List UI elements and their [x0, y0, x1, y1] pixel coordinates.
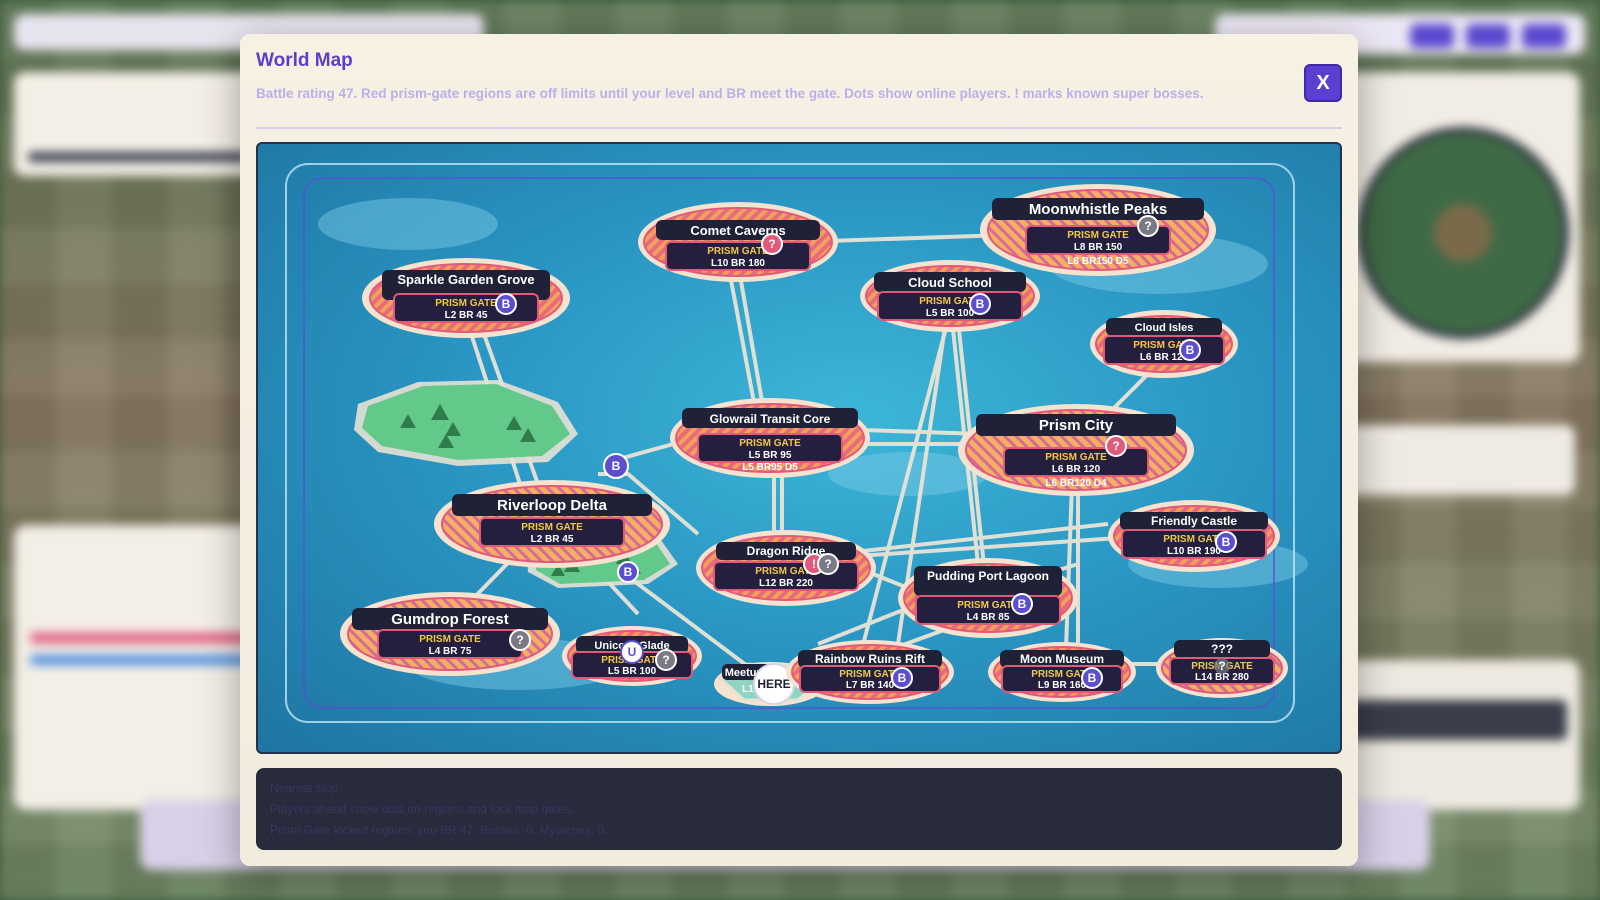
world-map: Comet Caverns PRISM GATE L10 BR 180 ? Mo…: [256, 142, 1342, 754]
region-marker-0: B: [898, 671, 907, 685]
region-name: Prism City: [1039, 417, 1114, 434]
region-name: Rainbow Ruins Rift: [815, 652, 925, 666]
region-marker-0: B: [624, 565, 633, 579]
region-name: Riverloop Delta: [497, 497, 608, 514]
region-marker-0: ?: [1144, 219, 1151, 233]
region-marker-0: ?: [1218, 659, 1225, 673]
gate-requirement: L8 BR 150: [1074, 242, 1123, 253]
gate-label: PRISM GATE: [435, 298, 497, 309]
minimap-panel: [1335, 72, 1580, 362]
gate-requirement: L5 BR 100: [608, 666, 657, 677]
gate-label: PRISM GATE: [707, 246, 769, 257]
world-map-modal: World Map Battle rating 47. Red prism-ga…: [240, 34, 1358, 866]
gate-requirement: L4 BR 85: [967, 612, 1010, 623]
gate-requirement: L6 BR 120: [1052, 464, 1101, 475]
side-card: [1345, 425, 1575, 495]
close-button[interactable]: X: [1304, 64, 1342, 102]
gate-label: PRISM GATE: [521, 522, 583, 533]
region-unicorn-glade[interactable]: Unicorn Glade PRISM GATE L5 BR 100 U ?: [562, 626, 702, 686]
region-prism-city[interactable]: Prism City PRISM GATE L6 BR 120 L6 BR120…: [958, 404, 1194, 496]
here-label: HERE: [757, 677, 790, 691]
gate-requirement: L10 BR 180: [711, 258, 765, 269]
region-marker-0: B: [1222, 535, 1231, 549]
player-dot-label: B: [612, 459, 621, 473]
map-info-panel: Nearest stop Players ahead show dots on …: [256, 768, 1342, 850]
gate-label: PRISM GATE: [957, 600, 1019, 611]
region-sparkle-garden-grove[interactable]: Sparkle Garden Grove PRISM GATE L2 BR 45…: [362, 258, 570, 338]
gate-requirement: L2 BR 45: [445, 310, 488, 321]
region-pudding-port-lagoon[interactable]: Pudding Port Lagoon PRISM GATE L4 BR 85 …: [898, 558, 1078, 638]
gate-requirement: L5 BR 100: [926, 308, 975, 319]
region-cloud-isles[interactable]: Cloud Isles PRISM GATE L6 BR 120 B: [1090, 310, 1238, 378]
region-marker-0: ?: [516, 633, 523, 647]
region-under-label: L5 BR95 D5: [742, 462, 798, 473]
gate-requirement: L2 BR 45: [531, 534, 574, 545]
world-map-canvas: Comet Caverns PRISM GATE L10 BR 180 ? Mo…: [285, 163, 1308, 723]
info-line-2: Players ahead show dots on regions and l…: [270, 802, 575, 816]
gate-requirement: L12 BR 220: [759, 578, 813, 589]
region-marker-0: ?: [1112, 439, 1119, 453]
region-name: Cloud School: [908, 275, 992, 290]
region-name: Gumdrop Forest: [391, 611, 509, 628]
forest-island: [354, 380, 578, 466]
region-moon-museum[interactable]: Moon Museum PRISM GATE L9 BR 160 B: [988, 642, 1136, 702]
region-level: L1: [742, 684, 754, 695]
chat-panel: [1335, 660, 1580, 810]
modal-subtitle: Battle rating 47. Red prism-gate regions…: [256, 86, 1204, 101]
region-marker-0: U: [628, 645, 637, 659]
top-button: [1522, 24, 1566, 48]
gate-requirement: L9 BR 160: [1038, 680, 1087, 691]
region-unknown[interactable]: ??? PRISM GATE L14 BR 280 ?: [1156, 638, 1288, 698]
gate-label: PRISM GATE: [419, 634, 481, 645]
region-cloud-school[interactable]: Cloud School PRISM GATE L5 BR 100 B: [860, 260, 1040, 332]
gate-requirement: L5 BR 95: [749, 450, 792, 461]
info-line-1: Nearest stop: [270, 781, 339, 795]
region-dragon-ridge[interactable]: Dragon Ridge PRISM GATE L12 BR 220 ! ?: [696, 530, 876, 606]
region-comet-caverns[interactable]: Comet Caverns PRISM GATE L10 BR 180 ?: [638, 202, 838, 282]
region-name: Pudding Port Lagoon: [927, 569, 1049, 583]
region-glowrail-transit-core[interactable]: Glowrail Transit Core PRISM GATE L5 BR 9…: [670, 398, 870, 478]
region-marker-1: ?: [824, 557, 831, 571]
region-name: Moon Museum: [1020, 652, 1104, 666]
region-moonwhistle-peaks[interactable]: Moonwhistle Peaks PRISM GATE L8 BR 150 L…: [980, 184, 1216, 276]
top-button: [1410, 24, 1454, 48]
region-name: Glowrail Transit Core: [710, 412, 831, 426]
gate-requirement: L4 BR 75: [429, 646, 472, 657]
region-name: Friendly Castle: [1151, 514, 1237, 528]
player-panel: [14, 525, 259, 810]
region-marker-0: B: [976, 297, 985, 311]
top-button: [1466, 24, 1510, 48]
region-name: Sparkle Garden Grove: [397, 272, 534, 287]
gate-requirement: L10 BR 190: [1167, 546, 1221, 557]
gate-label: PRISM GATE: [739, 438, 801, 449]
modal-title: World Map: [256, 50, 353, 71]
gate-label: PRISM GATE: [1067, 230, 1129, 241]
region-gumdrop-forest[interactable]: Gumdrop Forest PRISM GATE L4 BR 75 ?: [340, 592, 560, 676]
region-under-label: L6 BR120 D4: [1045, 478, 1107, 489]
region-riverloop-delta[interactable]: Riverloop Delta PRISM GATE L2 BR 45 B: [434, 480, 670, 583]
divider: [256, 127, 1342, 129]
region-marker-1: ?: [662, 653, 669, 667]
region-name: ???: [1211, 642, 1233, 656]
region-marker-0: B: [1018, 597, 1027, 611]
region-friendly-castle[interactable]: Friendly Castle PRISM GATE L10 BR 190 B: [1108, 500, 1280, 572]
region-rainbow-ruins-rift[interactable]: Rainbow Ruins Rift PRISM GATE L7 BR 140 …: [786, 640, 954, 704]
quest-panel: [14, 72, 254, 176]
region-under-label: L8 BR150 D5: [1067, 256, 1129, 267]
region-marker-0: ?: [768, 237, 775, 251]
gate-requirement: L7 BR 140: [846, 680, 895, 691]
region-marker-0: B: [1186, 343, 1195, 357]
gate-label: PRISM GATE: [1045, 452, 1107, 463]
region-marker-0: B: [502, 297, 511, 311]
player-dot[interactable]: B: [603, 453, 629, 479]
region-name: Cloud Isles: [1135, 322, 1194, 334]
region-marker-0: !: [812, 557, 816, 571]
region-marker-0: B: [1088, 671, 1097, 685]
info-line-3: Prism Gate locked regions: you BR 47. Bo…: [270, 823, 608, 837]
